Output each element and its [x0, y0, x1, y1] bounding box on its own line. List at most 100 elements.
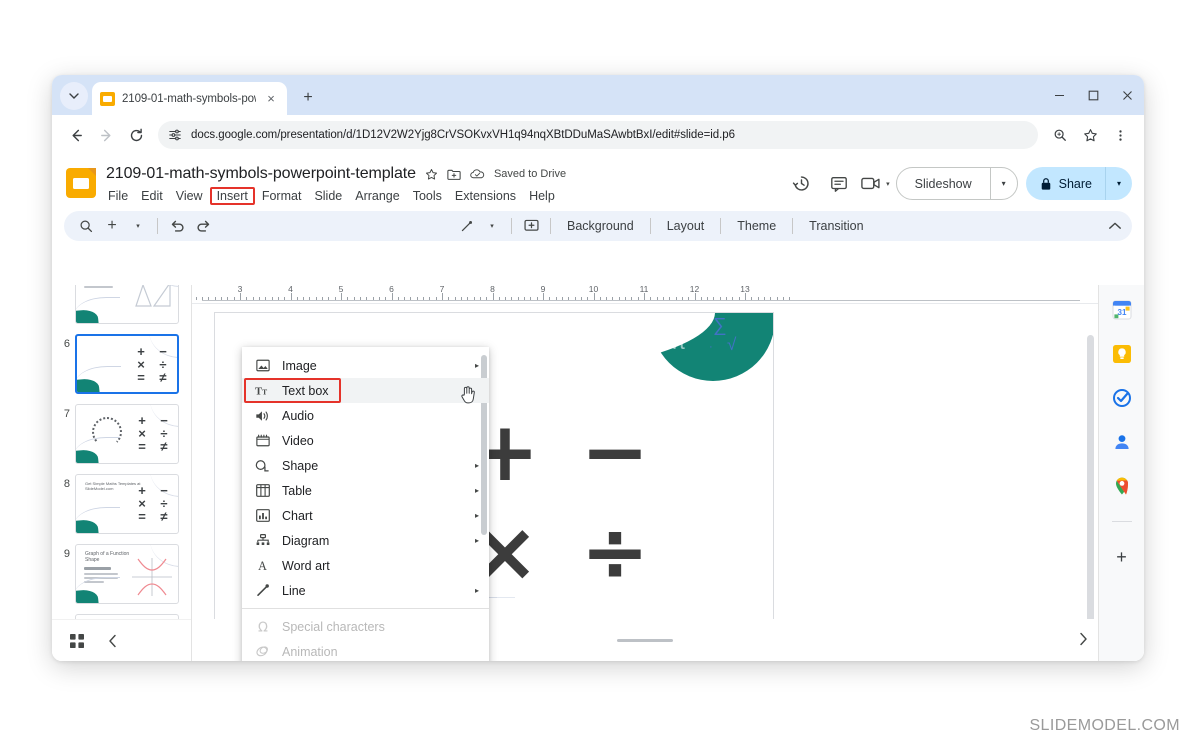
- menu-view[interactable]: View: [170, 187, 209, 205]
- page-title[interactable]: 2109-01-math-symbols-powerpoint-template: [106, 165, 416, 183]
- google-maps-icon[interactable]: [1111, 475, 1133, 497]
- zoom-search-icon[interactable]: [1046, 121, 1074, 149]
- divide-symbol[interactable]: ÷: [581, 512, 650, 594]
- svg-text:T: T: [255, 386, 262, 396]
- slide-thumbnail[interactable]: Get Simple Maths Templates at SlideModel…: [75, 474, 179, 534]
- collapse-filmstrip-icon[interactable]: [108, 634, 118, 648]
- ruler-tick-major: [341, 293, 342, 300]
- ruler-tick-minor: [322, 296, 324, 300]
- insert-dropdown-menu[interactable]: Image ▸ T T Text box Audio Video Shape ▸ Table ▸ Ch…: [242, 347, 489, 661]
- app-header: 2109-01-math-symbols-powerpoint-template…: [52, 155, 1144, 211]
- reload-icon[interactable]: [122, 121, 150, 149]
- slide-thumbnail[interactable]: [75, 285, 179, 324]
- ruler-tick-minor: [429, 296, 431, 300]
- line-tool-icon[interactable]: [454, 214, 478, 238]
- ruler-tick-minor: [574, 296, 576, 300]
- list-item[interactable]: 6 + − × ÷ = ≠: [52, 329, 191, 399]
- list-item[interactable]: 7 + − × ÷ = ≠: [52, 399, 191, 469]
- menu-item-word-art[interactable]: A Word art: [242, 553, 489, 578]
- address-bar[interactable]: docs.google.com/presentation/d/1D12V2W2Y…: [158, 121, 1038, 149]
- ruler-tick-minor: [277, 296, 279, 300]
- menu-extensions[interactable]: Extensions: [449, 187, 522, 205]
- list-item[interactable]: 9 Graph of a Function Shape: [52, 539, 191, 609]
- new-tab-button[interactable]: +: [295, 85, 321, 111]
- menu-item-audio[interactable]: Audio: [242, 403, 489, 428]
- transition-button[interactable]: Transition: [800, 214, 872, 238]
- ruler-tick-minor: [385, 296, 387, 300]
- slide-thumbnail[interactable]: + − × ÷ = ≠: [75, 404, 179, 464]
- comment-history-icon[interactable]: [823, 168, 855, 200]
- move-to-folder-icon[interactable]: [447, 168, 461, 181]
- canvas-vertical-scrollbar[interactable]: [1087, 335, 1094, 635]
- menu-item-image[interactable]: Image ▸: [242, 353, 489, 378]
- menu-item-shape[interactable]: Shape ▸: [242, 453, 489, 478]
- meet-button[interactable]: ▾: [861, 168, 890, 200]
- browser-menu-icon[interactable]: [1106, 121, 1134, 149]
- theme-button[interactable]: Theme: [728, 214, 785, 238]
- google-keep-icon[interactable]: [1111, 343, 1133, 365]
- tab-title: 2109-01-math-symbols-powerp: [122, 92, 256, 105]
- menu-file[interactable]: File: [102, 187, 134, 205]
- redo-icon[interactable]: [191, 214, 215, 238]
- add-side-panel-app-button[interactable]: +: [1111, 546, 1133, 568]
- menu-help[interactable]: Help: [523, 187, 561, 205]
- ruler-tick-minor: [208, 296, 210, 300]
- new-slide-caret-icon[interactable]: ▾: [126, 214, 150, 238]
- menu-item-chart[interactable]: Chart ▸: [242, 503, 489, 528]
- ruler-tick-minor: [707, 296, 709, 300]
- background-button[interactable]: Background: [558, 214, 643, 238]
- google-contacts-icon[interactable]: [1111, 431, 1133, 453]
- maximize-icon[interactable]: [1076, 75, 1110, 115]
- layout-button[interactable]: Layout: [658, 214, 714, 238]
- share-button[interactable]: Share: [1026, 167, 1105, 200]
- slide-filmstrip[interactable]: 6 + − × ÷ = ≠ 7 + − × ÷ = ≠ 8 Get Simple…: [52, 285, 192, 661]
- horizontal-ruler[interactable]: 3 4 5 6 7 8 9 10 11 12 13: [192, 285, 1098, 304]
- slide-thumbnail[interactable]: Graph of a Function Shape: [75, 544, 179, 604]
- list-item[interactable]: [52, 285, 191, 329]
- new-slide-icon[interactable]: +: [100, 214, 124, 238]
- window-close-icon[interactable]: [1110, 75, 1144, 115]
- menu-item-text-box[interactable]: T T Text box: [242, 378, 489, 403]
- star-icon[interactable]: [425, 168, 438, 181]
- share-caret-icon[interactable]: ▾: [1106, 167, 1132, 200]
- ruler-tick-major: [442, 293, 443, 300]
- grid-view-icon[interactable]: [70, 633, 84, 648]
- toolbar-collapse-button[interactable]: [1108, 221, 1122, 231]
- site-settings-icon: [169, 129, 181, 141]
- undo-icon[interactable]: [165, 214, 189, 238]
- menu-insert[interactable]: Insert: [209, 187, 255, 205]
- slide-thumbnail-selected[interactable]: + − × ÷ = ≠: [75, 334, 179, 394]
- slideshow-caret-icon[interactable]: ▾: [991, 168, 1017, 199]
- menu-slide[interactable]: Slide: [308, 187, 348, 205]
- browser-tab[interactable]: 2109-01-math-symbols-powerp ×: [92, 82, 287, 115]
- minimize-icon[interactable]: [1042, 75, 1076, 115]
- google-calendar-icon[interactable]: 31: [1111, 299, 1133, 321]
- slideshow-button-group[interactable]: Slideshow ▾: [895, 167, 1018, 200]
- minus-symbol[interactable]: −: [581, 412, 650, 494]
- line-caret-icon[interactable]: ▾: [480, 214, 504, 238]
- menu-item-video[interactable]: Video: [242, 428, 489, 453]
- search-icon[interactable]: [74, 214, 98, 238]
- menu-item-table[interactable]: Table ▸: [242, 478, 489, 503]
- share-button-group[interactable]: Share ▾: [1025, 167, 1132, 200]
- close-icon[interactable]: ×: [263, 91, 279, 106]
- menu-item-label: Word art: [282, 558, 330, 573]
- list-item[interactable]: 8 Get Simple Maths Templates at SlideMod…: [52, 469, 191, 539]
- google-tasks-icon[interactable]: [1111, 387, 1133, 409]
- tab-search-button[interactable]: [60, 82, 88, 110]
- back-icon[interactable]: [62, 121, 90, 149]
- version-history-icon[interactable]: [785, 168, 817, 200]
- ruler-tick-minor: [479, 296, 481, 300]
- slideshow-button[interactable]: Slideshow: [897, 168, 990, 199]
- menu-arrange[interactable]: Arrange: [349, 187, 405, 205]
- next-panel-icon[interactable]: [1078, 632, 1088, 649]
- menu-format[interactable]: Format: [256, 187, 308, 205]
- ruler-tick-minor: [763, 296, 765, 300]
- add-comment-icon[interactable]: [519, 214, 543, 238]
- bookmark-star-icon[interactable]: [1076, 121, 1104, 149]
- menu-edit[interactable]: Edit: [135, 187, 169, 205]
- resize-handle[interactable]: [617, 638, 673, 642]
- menu-item-diagram[interactable]: Diagram ▸: [242, 528, 489, 553]
- menu-item-line[interactable]: Line ▸: [242, 578, 489, 603]
- menu-tools[interactable]: Tools: [407, 187, 448, 205]
